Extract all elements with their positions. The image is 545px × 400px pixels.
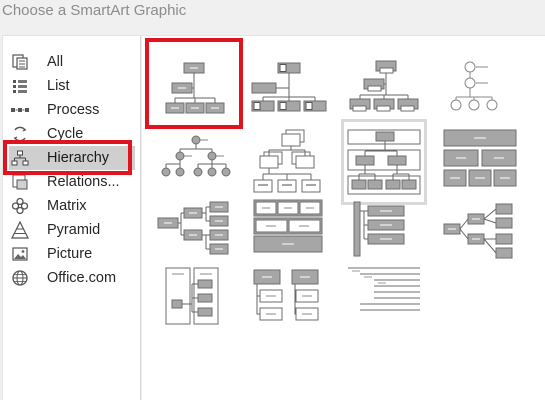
category-label: Relations... [47,174,120,190]
lined-list-hierarchy-icon[interactable] [344,196,424,276]
all-icon [9,51,31,73]
globe-icon [9,267,31,289]
category-label: Pyramid [47,222,101,238]
category-cycle[interactable]: Cycle [9,122,135,146]
relationship-icon [9,171,31,193]
horizontal-hierarchy-icon[interactable] [152,196,232,276]
dialog-title: Choose a SmartArt Graphic [2,2,187,19]
category-label: Matrix [47,198,87,214]
category-process[interactable]: Process [9,98,135,122]
pyramid-icon [9,219,31,241]
list-icon [9,75,31,97]
horizontal-labeled-hierarchy-icon[interactable] [248,196,328,276]
category-label: List [47,78,70,94]
category-label: Office.com [47,270,117,286]
cycle-icon [9,123,31,145]
circle-hierarchy-icon[interactable] [152,122,232,202]
matrix-icon [9,195,31,217]
circle-picture-hierarchy-icon[interactable] [440,45,520,125]
name-title-org-chart-icon[interactable] [344,45,424,125]
category-picture[interactable]: Picture [9,242,135,266]
category-relationship[interactable]: Relations... [9,170,135,194]
category-label: Picture [47,246,93,262]
hierarchy-icon [9,147,31,169]
category-label: Process [47,102,100,118]
organization-chart-icon[interactable] [152,45,232,125]
category-label: Hierarchy [47,150,110,166]
dialog-title-bar: Choose a SmartArt Graphic [0,0,545,35]
picture-org-chart-icon[interactable] [248,45,328,125]
stacked-hierarchy-icon[interactable] [248,122,328,202]
architecture-layout-icon[interactable] [152,266,232,346]
category-matrix[interactable]: Matrix [9,194,135,218]
category-label: All [47,54,64,70]
layout-gallery [142,35,545,400]
category-pyramid[interactable]: Pyramid [9,218,135,242]
category-all[interactable]: All [9,50,135,74]
category-sidebar: All List Process Cycle Hierarchy Relatio… [2,35,141,400]
process-icon [9,99,31,121]
picture-icon [9,243,31,265]
category-list[interactable]: List [9,74,135,98]
lined-text-hierarchy-icon[interactable] [344,266,424,346]
category-hierarchy[interactable]: Hierarchy [9,146,135,170]
labeled-hierarchy-icon[interactable] [341,119,427,205]
horizontal-multi-level-hierarchy-icon[interactable] [440,196,520,276]
category-label: Cycle [47,126,84,142]
table-hierarchy-icon[interactable] [440,122,520,202]
hierarchy-list-icon[interactable] [248,266,328,346]
category-office-com[interactable]: Office.com [9,266,135,290]
